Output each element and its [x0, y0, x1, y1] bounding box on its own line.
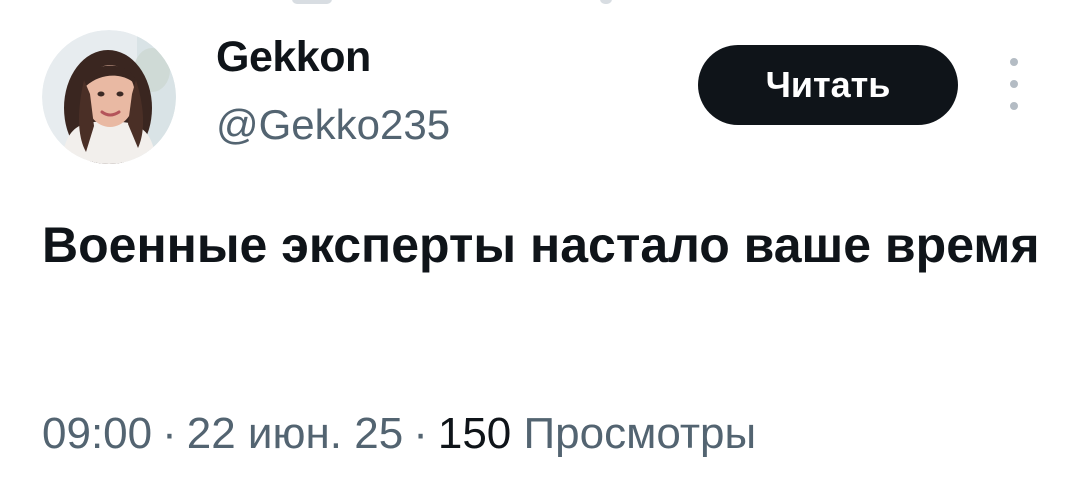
meta-separator: · [413, 409, 428, 458]
post-time[interactable]: 09:00 [42, 409, 152, 458]
more-dot [1010, 102, 1018, 110]
avatar-photo [42, 30, 176, 164]
author-handle[interactable]: @Gekko235 [216, 104, 450, 146]
views-label[interactable]: Просмотры [524, 409, 757, 458]
views-count[interactable]: 150 [438, 409, 511, 458]
more-dot [1010, 58, 1018, 66]
post-card: Gekkon @Gekko235 Читать Военные эксперты… [0, 0, 1080, 498]
post-text: Военные эксперты настало ваше время [42, 217, 1040, 273]
more-dot [1010, 80, 1018, 88]
follow-button[interactable]: Читать [698, 45, 958, 125]
post-date[interactable]: 22 июн. 25 [187, 409, 403, 458]
previous-post-fragment [0, 0, 1080, 8]
post-meta: 09:00 · 22 июн. 25 · 150 Просмотры [42, 412, 756, 456]
avatar[interactable] [42, 30, 176, 164]
author-display-name[interactable]: Gekkon [216, 36, 371, 79]
meta-separator: · [162, 409, 177, 458]
more-vertical-icon[interactable] [1000, 58, 1028, 110]
